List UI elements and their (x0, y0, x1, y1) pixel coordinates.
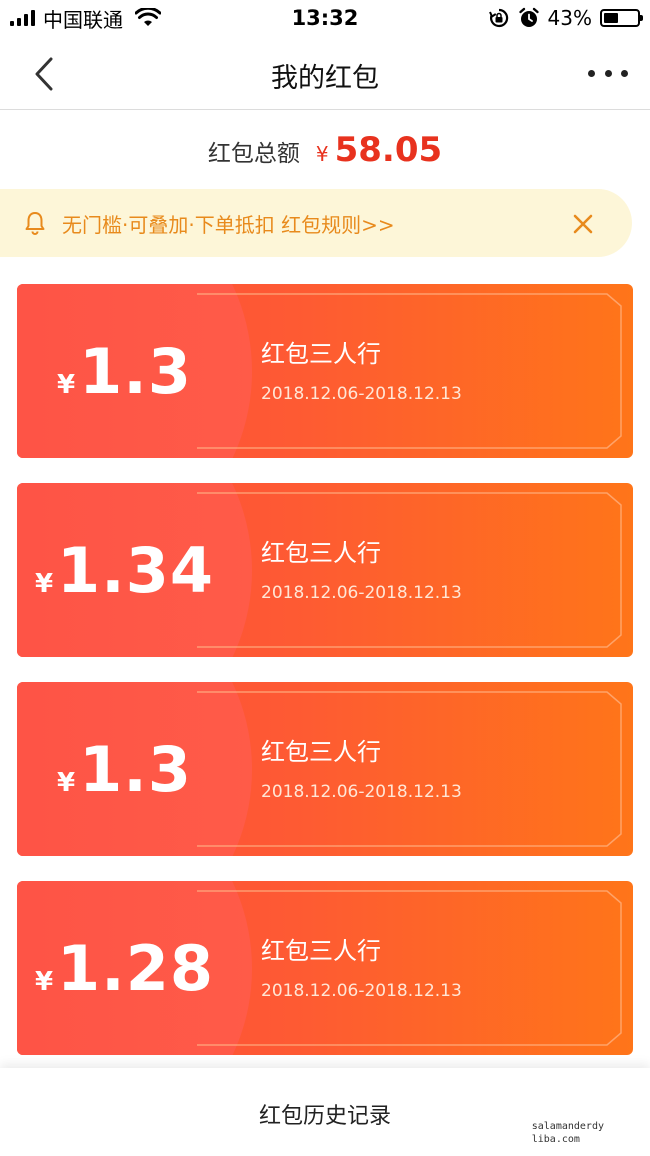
total-amount-row: 红包总额 ¥ 58.05 (0, 130, 650, 178)
card-currency: ¥ (57, 768, 76, 798)
card-value: 1.3 (79, 733, 192, 806)
card-currency: ¥ (34, 569, 54, 599)
battery-percent: 43% (547, 6, 592, 30)
watermark-line: liba.com (531, 1134, 580, 1145)
card-value: 1.28 (57, 932, 215, 1005)
page-title: 我的红包 (271, 63, 379, 94)
card-amount: ¥ 1.34 (17, 533, 232, 609)
more-dots-icon (588, 69, 595, 77)
card-amount: ¥ 1.28 (17, 931, 232, 1007)
status-right: 43% (488, 6, 643, 30)
card-date-range: 2018.12.06-2018.12.13 (261, 583, 462, 603)
red-packet-card[interactable]: ¥ 1.34 红包三人行 2018.12.06-2018.12.13 (17, 483, 633, 657)
red-packet-card[interactable]: ¥ 1.28 红包三人行 2018.12.06-2018.12.13 (17, 881, 633, 1055)
screen: 中国联通 13:32 43% 我的红包 红包总额 ¥ 58.05 无门槛·可叠加… (0, 0, 650, 1156)
total-currency: ¥ (315, 142, 329, 166)
red-packet-card[interactable]: ¥ 1.3 红包三人行 2018.12.06-2018.12.13 (17, 284, 633, 458)
notice-banner: 无门槛·可叠加·下单抵扣 红包规则>> (0, 189, 632, 257)
red-packet-card[interactable]: ¥ 1.3 红包三人行 2018.12.06-2018.12.13 (17, 682, 633, 856)
card-title: 红包三人行 (261, 340, 381, 368)
total-value: 58.05 (334, 130, 443, 170)
watermark: salamanderdy liba.com (532, 1120, 604, 1146)
card-currency: ¥ (34, 967, 54, 997)
watermark-line: salamanderdy (531, 1121, 604, 1132)
card-currency: ¥ (57, 370, 76, 400)
more-button[interactable] (584, 58, 632, 88)
battery-fill (604, 13, 618, 23)
bell-icon (25, 212, 45, 235)
card-value: 1.34 (57, 534, 215, 607)
alarm-icon (518, 7, 539, 27)
total-label: 红包总额 (207, 141, 300, 167)
card-date-range: 2018.12.06-2018.12.13 (261, 981, 462, 1001)
notice-rules-link[interactable]: 无门槛·可叠加·下单抵扣 红包规则>> (62, 209, 395, 238)
close-icon[interactable] (570, 211, 596, 237)
card-date-range: 2018.12.06-2018.12.13 (261, 782, 462, 802)
card-amount: ¥ 1.3 (17, 732, 232, 808)
status-bar: 中国联通 13:32 43% (0, 0, 650, 38)
card-title: 红包三人行 (261, 738, 381, 766)
battery-icon (600, 9, 643, 27)
nav-bar: 我的红包 (0, 38, 650, 110)
card-title: 红包三人行 (261, 539, 381, 567)
card-title: 红包三人行 (261, 937, 381, 965)
card-amount: ¥ 1.3 (17, 334, 232, 410)
card-value: 1.3 (79, 335, 192, 408)
card-date-range: 2018.12.06-2018.12.13 (261, 384, 462, 404)
bottom-bar: 红包历史记录 salamanderdy liba.com (0, 1068, 650, 1156)
rotation-lock-icon (488, 8, 508, 28)
